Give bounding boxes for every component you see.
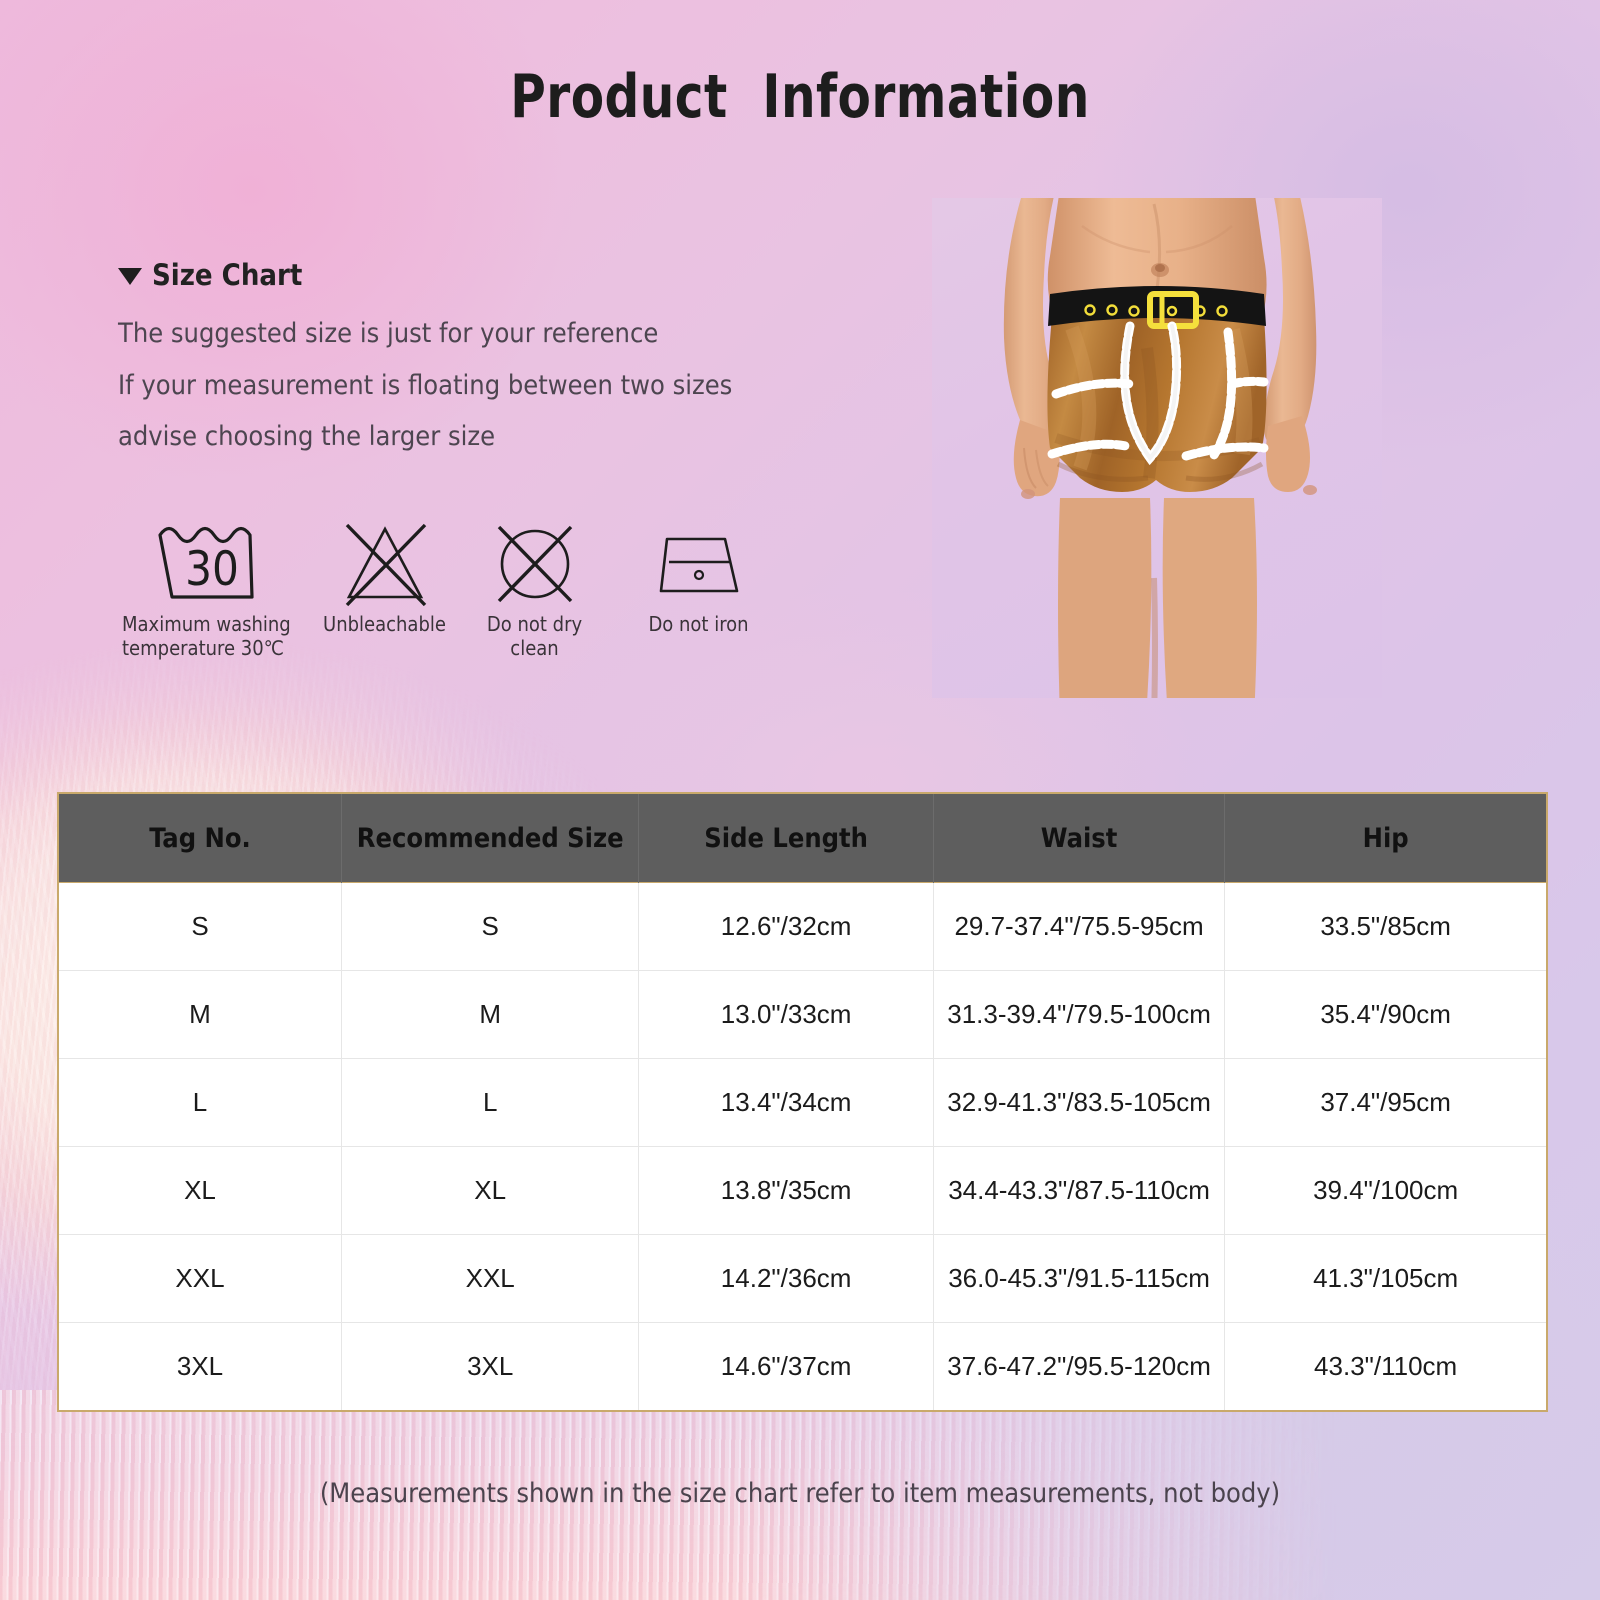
cell-waist: 31.3-39.4"/79.5-100cm bbox=[933, 970, 1226, 1059]
size-chart-line-1: The suggested size is just for your refe… bbox=[118, 318, 659, 349]
cell-tag-no: L bbox=[59, 1058, 343, 1147]
cell-side-length: 13.0"/33cm bbox=[638, 970, 934, 1059]
cell-waist: 37.6-47.2"/95.5-120cm bbox=[933, 1322, 1226, 1410]
cell-hip: 37.4"/95cm bbox=[1224, 1058, 1546, 1147]
column-header-waist: Waist bbox=[933, 794, 1226, 883]
size-chart-heading-label: Size Chart bbox=[152, 258, 303, 292]
cell-waist: 34.4-43.3"/87.5-110cm bbox=[933, 1146, 1226, 1235]
cell-hip: 43.3"/110cm bbox=[1224, 1322, 1546, 1410]
cell-side-length: 14.2"/36cm bbox=[638, 1234, 934, 1323]
care-symbol-wash-label: Maximum washing temperature 30℃ bbox=[122, 612, 291, 660]
care-symbol-dryclean: Do not dry clean bbox=[463, 516, 606, 660]
size-chart-line-2: If your measurement is floating between … bbox=[118, 369, 733, 401]
page-title: Product Information bbox=[510, 62, 1090, 132]
cell-waist: 32.9-41.3"/83.5-105cm bbox=[933, 1058, 1226, 1147]
table-row: M M 13.0"/33cm 31.3-39.4"/79.5-100cm 35.… bbox=[59, 970, 1546, 1059]
measurements-disclaimer: (Measurements shown in the size chart re… bbox=[319, 1478, 1281, 1509]
size-chart-line-3: advise choosing the larger size bbox=[118, 421, 496, 453]
cell-tag-no: M bbox=[59, 970, 343, 1059]
cell-recommended-size: S bbox=[341, 882, 640, 971]
column-header-recommended-size: Recommended Size bbox=[341, 794, 640, 883]
wash-temperature-value: 30 bbox=[185, 542, 239, 597]
size-chart-table-container: Tag No. Recommended Size Side Length Wai… bbox=[57, 792, 1548, 1412]
cell-recommended-size: 3XL bbox=[341, 1322, 640, 1410]
table-row: S S 12.6"/32cm 29.7-37.4"/75.5-95cm 33.5… bbox=[59, 882, 1546, 971]
care-symbol-bleach-label: Unbleachable bbox=[323, 612, 446, 636]
care-symbol-iron-label: Do not iron bbox=[648, 612, 749, 636]
table-row: 3XL 3XL 14.6"/37cm 37.6-47.2"/95.5-120cm… bbox=[59, 1322, 1546, 1410]
product-photo bbox=[932, 198, 1382, 698]
table-row: XXL XXL 14.2"/36cm 36.0-45.3"/91.5-115cm… bbox=[59, 1234, 1546, 1323]
cell-recommended-size: L bbox=[341, 1058, 640, 1147]
cell-side-length: 13.4"/34cm bbox=[638, 1058, 934, 1147]
size-chart-table: Tag No. Recommended Size Side Length Wai… bbox=[59, 794, 1546, 1410]
care-symbol-bleach: Unbleachable bbox=[306, 516, 463, 636]
cell-tag-no: XXL bbox=[59, 1234, 343, 1323]
cell-side-length: 12.6"/32cm bbox=[638, 882, 934, 971]
cell-side-length: 14.6"/37cm bbox=[638, 1322, 934, 1410]
care-symbols-row: 30 Maximum washing temperature 30℃ Unble… bbox=[118, 516, 791, 660]
product-photo-illustration bbox=[1003, 198, 1317, 698]
column-header-tag-no: Tag No. bbox=[59, 794, 343, 883]
cell-side-length: 13.8"/35cm bbox=[638, 1146, 934, 1235]
cell-recommended-size: XL bbox=[341, 1146, 640, 1235]
cell-hip: 35.4"/90cm bbox=[1224, 970, 1546, 1059]
cell-recommended-size: XXL bbox=[341, 1234, 640, 1323]
table-header-row: Tag No. Recommended Size Side Length Wai… bbox=[59, 794, 1546, 883]
column-header-hip: Hip bbox=[1224, 794, 1546, 883]
no-iron-icon bbox=[606, 516, 791, 612]
care-symbol-wash: 30 Maximum washing temperature 30℃ bbox=[118, 516, 306, 660]
cell-tag-no: 3XL bbox=[59, 1322, 343, 1410]
wash-tub-30-icon: 30 bbox=[118, 516, 306, 612]
no-bleach-triangle-icon bbox=[306, 516, 463, 612]
table-row: XL XL 13.8"/35cm 34.4-43.3"/87.5-110cm 3… bbox=[59, 1146, 1546, 1235]
cell-tag-no: XL bbox=[59, 1146, 343, 1235]
table-row: L L 13.4"/34cm 32.9-41.3"/83.5-105cm 37.… bbox=[59, 1058, 1546, 1147]
cell-hip: 39.4"/100cm bbox=[1224, 1146, 1546, 1235]
no-dry-clean-circle-icon bbox=[463, 516, 606, 612]
care-symbol-dryclean-label: Do not dry clean bbox=[486, 612, 583, 660]
size-chart-description: The suggested size is just for your refe… bbox=[118, 316, 878, 455]
size-chart-info: Size Chart The suggested size is just fo… bbox=[118, 258, 878, 471]
triangle-down-icon bbox=[118, 268, 142, 285]
product-information-page: Product Information Size Chart The sugge… bbox=[0, 0, 1600, 1600]
cell-hip: 41.3"/105cm bbox=[1224, 1234, 1546, 1323]
cell-recommended-size: M bbox=[341, 970, 640, 1059]
cell-waist: 36.0-45.3"/91.5-115cm bbox=[933, 1234, 1226, 1323]
column-header-side-length: Side Length bbox=[638, 794, 934, 883]
size-chart-heading: Size Chart bbox=[118, 258, 878, 292]
cell-hip: 33.5"/85cm bbox=[1224, 882, 1546, 971]
cell-waist: 29.7-37.4"/75.5-95cm bbox=[933, 882, 1226, 971]
cell-tag-no: S bbox=[59, 882, 343, 971]
care-symbol-iron: Do not iron bbox=[606, 516, 791, 636]
